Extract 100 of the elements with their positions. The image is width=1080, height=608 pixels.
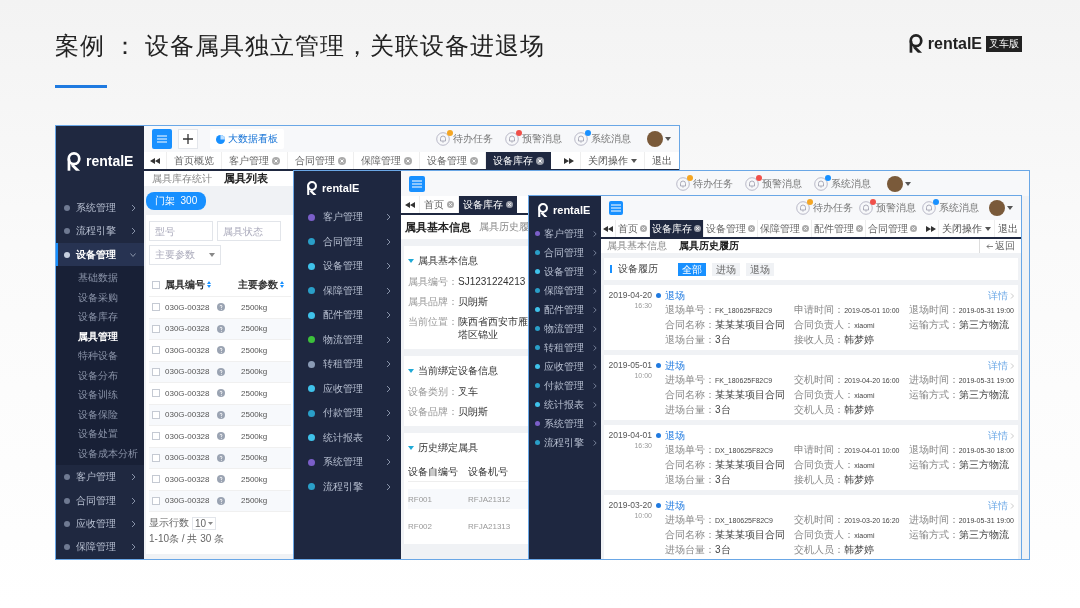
sidebar-subitem[interactable]: 特种设备 (56, 346, 144, 366)
sidebar-subitem[interactable]: 基础数据 (56, 268, 144, 288)
notice-button[interactable]: 预警消息 (859, 201, 916, 215)
tab[interactable]: 设备库存 (649, 220, 703, 237)
sidebar-subitem[interactable]: 设备分布 (56, 365, 144, 386)
sidebar-item[interactable]: 客户管理 (56, 465, 144, 489)
sub-tab[interactable]: 属具基本信息 (405, 219, 471, 235)
menu-button[interactable] (152, 129, 172, 149)
sidebar-item[interactable]: 保障管理 (56, 535, 144, 559)
dashboard-button[interactable]: 大数据看板 (210, 129, 284, 149)
sidebar-item[interactable]: 流程引擎 (294, 474, 401, 499)
notice-button[interactable]: 系统消息 (922, 201, 979, 215)
sub-tab[interactable]: 属具库存统计 (152, 171, 212, 186)
notice-button[interactable]: 系统消息 (814, 176, 871, 191)
avatar[interactable] (647, 131, 663, 147)
sidebar-item[interactable]: 合同管理 (56, 488, 144, 513)
sidebar-subitem[interactable]: 属具管理 (56, 326, 144, 347)
sidebar-subitem[interactable]: 设备库存 (56, 307, 144, 327)
avatar[interactable] (989, 200, 1005, 216)
close-menu-button[interactable]: 关闭操作 (938, 220, 994, 237)
column-header[interactable]: 属具编号 (165, 277, 233, 292)
sidebar-item[interactable]: 应收管理 (529, 357, 601, 376)
notice-button[interactable]: 待办任务 (676, 176, 733, 191)
sidebar-subitem[interactable]: 设备成本分析 (56, 443, 144, 464)
input-field[interactable]: 型号 (149, 221, 213, 241)
avatar[interactable] (887, 175, 903, 192)
sidebar-item[interactable]: 配件管理 (529, 300, 601, 319)
back-link[interactable]: 返回 (979, 239, 1015, 253)
checkbox[interactable] (152, 496, 160, 505)
checkbox[interactable] (152, 324, 160, 333)
checkbox[interactable] (152, 389, 160, 398)
sidebar-item[interactable]: 配件管理 (294, 303, 401, 328)
sub-tab[interactable]: 属具列表 (224, 171, 268, 186)
sidebar-item[interactable]: 统计报表 (529, 395, 601, 414)
column-header[interactable]: 主要参数 (238, 277, 284, 292)
notice-button[interactable]: 待办任务 (436, 132, 493, 146)
checkbox[interactable] (152, 453, 160, 462)
exit-button[interactable]: 退出 (994, 220, 1021, 237)
tab[interactable]: 设备管理 (703, 220, 757, 237)
sidebar-item[interactable]: 设备管理 (294, 254, 401, 279)
add-button[interactable] (178, 129, 198, 149)
checkbox[interactable] (152, 475, 160, 484)
sidebar-item[interactable]: 设备管理 (529, 262, 601, 281)
filter-option[interactable]: 进场 (712, 262, 740, 276)
sidebar-item[interactable]: 设备管理 (56, 243, 144, 267)
checkbox[interactable] (152, 432, 160, 441)
notice-button[interactable]: 待办任务 (796, 201, 853, 215)
tab[interactable]: 设备库存 (485, 152, 551, 169)
tab[interactable]: 配件管理 (811, 220, 865, 237)
tab[interactable]: 合同管理 (287, 152, 353, 169)
tab[interactable]: 保障管理 (353, 152, 419, 169)
sub-tab[interactable]: 属具历史履 (479, 220, 529, 234)
page-size-select[interactable]: 10 (192, 516, 217, 530)
sidebar-item[interactable]: 物流管理 (294, 327, 401, 352)
sidebar-item[interactable]: 合同管理 (529, 243, 601, 262)
sidebar-item[interactable]: 合同管理 (294, 229, 401, 254)
sidebar-item[interactable]: 保障管理 (529, 281, 601, 300)
table-cell-text: 030G-00328 (165, 324, 211, 334)
sub-tab[interactable]: 属具历史履历 (679, 239, 739, 253)
sidebar-item[interactable]: 流程引擎 (56, 219, 144, 243)
bullet-icon (64, 544, 70, 551)
close-menu-button[interactable]: 关闭操作 (580, 152, 644, 169)
sidebar-subitem[interactable]: 设备保险 (56, 404, 144, 425)
sidebar-item[interactable]: 系统管理 (529, 414, 601, 433)
checkbox[interactable] (152, 303, 160, 312)
tab[interactable]: 设备库存 (458, 196, 517, 213)
sidebar-item[interactable]: 应收管理 (294, 376, 401, 401)
notice-button[interactable]: 预警消息 (505, 132, 562, 146)
notice-button[interactable]: 系统消息 (574, 132, 631, 146)
menu-button[interactable] (409, 175, 425, 192)
sidebar-item[interactable]: 物流管理 (529, 319, 601, 338)
checkbox[interactable] (152, 367, 160, 376)
tab[interactable]: 合同管理 (865, 220, 919, 237)
tab[interactable]: 首页概览 (166, 152, 221, 169)
sidebar-item[interactable]: 客户管理 (529, 224, 601, 243)
filter-option[interactable]: 退场 (746, 262, 774, 276)
sidebar-item[interactable]: 系统管理 (56, 196, 144, 220)
sidebar-item[interactable]: 应收管理 (56, 512, 144, 536)
tab[interactable]: 保障管理 (757, 220, 811, 237)
notice-button[interactable]: 预警消息 (745, 176, 802, 191)
sidebar-item[interactable]: 付款管理 (294, 401, 401, 426)
menu-button[interactable] (609, 201, 623, 215)
checkbox[interactable] (152, 410, 160, 419)
tab[interactable]: 客户管理 (221, 152, 287, 169)
sub-tab[interactable]: 属具基本信息 (607, 239, 667, 253)
sidebar-subitem[interactable]: 设备采购 (56, 287, 144, 308)
sidebar-item[interactable]: 统计报表 (294, 425, 401, 450)
sidebar-item[interactable]: 转租管理 (294, 352, 401, 377)
sidebar-subitem[interactable]: 设备处置 (56, 424, 144, 444)
exit-button[interactable]: 退出 (644, 152, 679, 169)
sidebar-item[interactable]: 付款管理 (529, 376, 601, 395)
sidebar-subitem[interactable]: 设备训练 (56, 385, 144, 405)
checkbox[interactable] (152, 346, 160, 355)
sidebar-item[interactable]: 流程引擎 (529, 433, 601, 452)
sidebar-item[interactable]: 保障管理 (294, 278, 401, 303)
sidebar-item[interactable]: 系统管理 (294, 450, 401, 475)
sidebar-item[interactable]: 客户管理 (294, 205, 401, 230)
sidebar-item[interactable]: 转租管理 (529, 338, 601, 357)
input-field[interactable]: 属具状态 (217, 221, 281, 241)
checkbox[interactable] (152, 280, 160, 289)
